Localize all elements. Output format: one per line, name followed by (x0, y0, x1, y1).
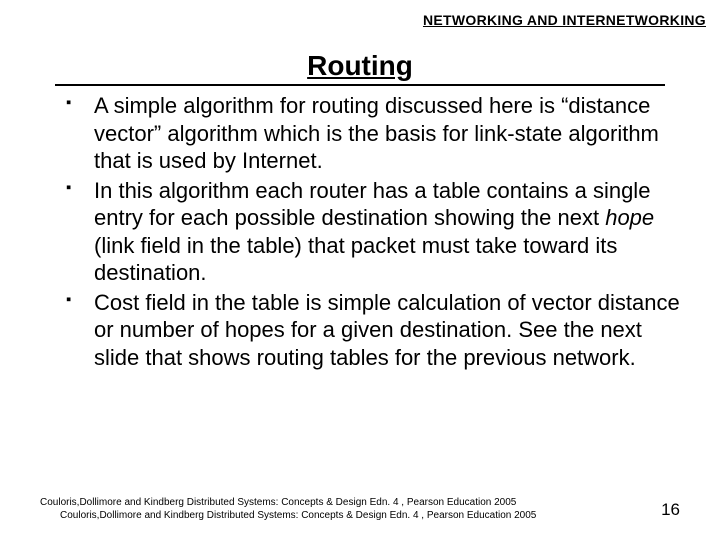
bullet-list: A simple algorithm for routing discussed… (58, 92, 680, 371)
page-number: 16 (661, 499, 680, 520)
bullet-text-after: (link field in the table) that packet mu… (94, 233, 617, 286)
footer: Couloris,Dollimore and Kindberg Distribu… (40, 497, 680, 522)
slide-title: Routing (307, 50, 413, 81)
list-item: In this algorithm each router has a tabl… (58, 177, 680, 287)
bullet-text: In this algorithm each router has a tabl… (94, 178, 650, 231)
bullet-italic: hope (605, 205, 654, 230)
title-underline-rule: Routing (55, 50, 665, 86)
footer-line-2: Couloris,Dollimore and Kindberg Distribu… (40, 510, 680, 523)
content-area: A simple algorithm for routing discussed… (58, 92, 680, 373)
section-header: NETWORKING AND INTERNETWORKING (423, 12, 706, 28)
footer-line-1: Couloris,Dollimore and Kindberg Distribu… (40, 497, 680, 510)
list-item: A simple algorithm for routing discussed… (58, 92, 680, 175)
bullet-text: A simple algorithm for routing discussed… (94, 93, 659, 173)
list-item: Cost field in the table is simple calcul… (58, 289, 680, 372)
bullet-text: Cost field in the table is simple calcul… (94, 290, 680, 370)
